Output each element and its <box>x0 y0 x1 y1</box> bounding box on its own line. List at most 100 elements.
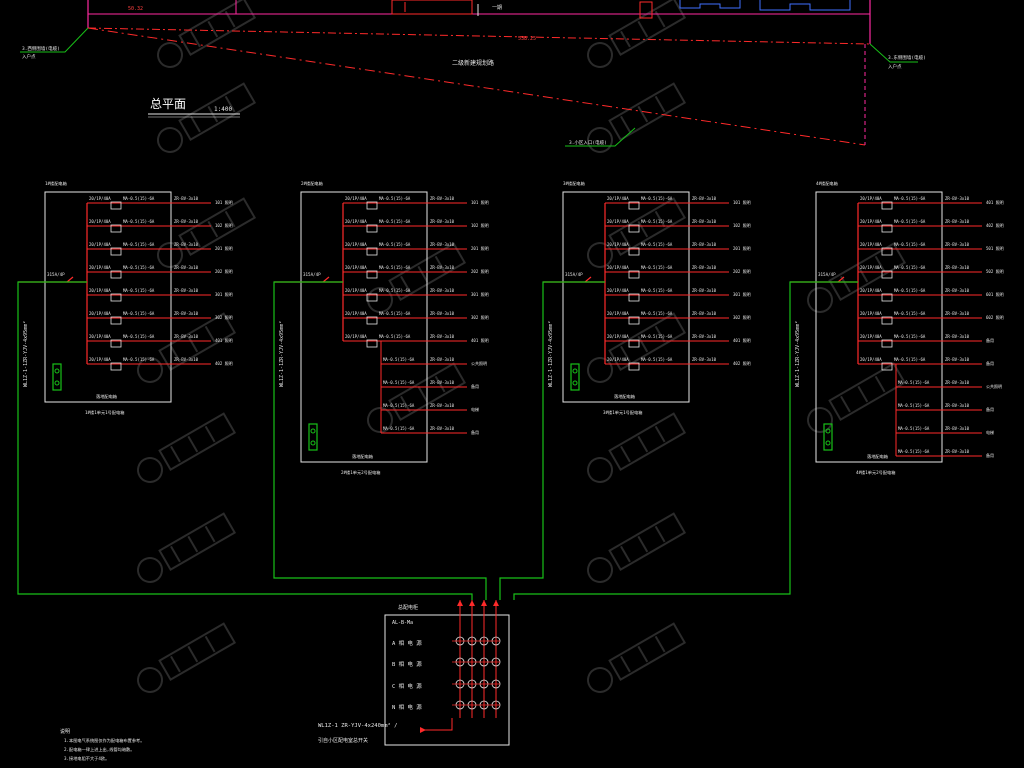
cable-label: ZR-BV-3x10 <box>945 242 970 247</box>
circuit-row: 20/1P/40A MA-0.5(15)-6A ZR-BV-3x10 301 照明 <box>87 288 233 302</box>
main-breaker-label: 315A/4P <box>303 272 321 277</box>
circuit-row: MA-0.5(15)-6A ZR-BV-3x10 备用 <box>896 403 994 412</box>
cable-label: ZR-BV-3x10 <box>692 334 717 339</box>
rcd-label: MA-0.5(15)-6A <box>894 219 926 224</box>
cable-label: ZR-BV-3x10 <box>174 357 199 362</box>
circuit-destination: 301 照明 <box>471 292 489 297</box>
watermark-logo <box>587 197 687 268</box>
panel-header: 2#楼配电箱 <box>301 180 323 187</box>
circuit-destination: 202 照明 <box>733 269 751 274</box>
rcd-label: MA-0.5(15)-6A <box>898 403 930 408</box>
rcd-label: MA-0.5(15)-6A <box>894 242 926 247</box>
rcd-label: MA-0.5(15)-6A <box>123 219 155 224</box>
breaker-label: 20/1P/40A <box>345 288 367 293</box>
cable-label: ZR-BV-3x10 <box>430 219 455 224</box>
main-row-a: A 相 电 源 <box>392 639 422 647</box>
circuit-destination: 101 照明 <box>471 200 489 205</box>
svg-text:入户点: 入户点 <box>22 53 36 60</box>
rcd-label: MA-0.5(15)-6A <box>379 219 411 224</box>
cable-label: ZR-BV-3x10 <box>945 334 970 339</box>
cable-label: ZR-BV-3x10 <box>692 311 717 316</box>
circuit-row: MA-0.5(15)-6A ZR-BV-3x10 公共照明 <box>896 380 1002 389</box>
notes-block: 说明 1.本图电气系统图仅作为配电箱布置参考。 2.配电箱一律上进上出,线管均暗… <box>60 728 144 762</box>
circuit-row: 20/1P/40A MA-0.5(15)-6A ZR-BV-3x10 301 照明 <box>605 288 751 302</box>
site-plan-title: 总平面 <box>150 97 186 111</box>
panel-header: 4#楼配电箱 <box>816 180 838 187</box>
breaker-label: 20/1P/40A <box>89 219 111 224</box>
cable-label: ZR-BV-3x10 <box>692 219 717 224</box>
circuit-destination: 402 照明 <box>986 223 1004 228</box>
breaker-label: 20/1P/40A <box>860 219 882 224</box>
watermark-logo <box>367 242 467 313</box>
circuit-row: 20/1P/40A MA-0.5(15)-6A ZR-BV-3x10 202 照明 <box>87 265 233 279</box>
earth-bar-symbol <box>308 423 318 451</box>
circuit-row: 20/1P/40A MA-0.5(15)-6A ZR-BV-3x10 602 照明 <box>858 311 1004 325</box>
circuit-destination: 备用 <box>986 406 994 412</box>
circuit-row: 20/1P/40A MA-0.5(15)-6A ZR-BV-3x10 102 照明 <box>343 219 489 233</box>
incoming-source-label: 引自小区配电室总开关 <box>318 737 368 744</box>
cable-label: ZR-BV-3x10 <box>430 288 455 293</box>
circuit-row: 20/1P/40A MA-0.5(15)-6A ZR-BV-3x10 101 照明 <box>343 196 489 210</box>
rcd-label: MA-0.5(15)-6A <box>123 196 155 201</box>
svg-text:3.西侧围墙(电缆): 3.西侧围墙(电缆) <box>22 45 60 52</box>
cable-label: ZR-BV-3x10 <box>430 265 455 270</box>
rcd-label: MA-0.5(15)-6A <box>123 334 155 339</box>
circuit-row: 20/1P/40A MA-0.5(15)-6A ZR-BV-3x10 202 照明 <box>343 265 489 279</box>
circuit-destination: 102 照明 <box>733 223 751 228</box>
feeder-cable-label: WL1Z-1-1ZR-YJV-4x95mm² <box>795 321 801 387</box>
feeder-cable-label: WL1Z-1-1ZR-YJV-4x95mm² <box>548 321 554 387</box>
circuit-row: 20/1P/40A MA-0.5(15)-6A ZR-BV-3x10 201 照明 <box>343 242 489 256</box>
cable-label: ZR-BV-3x10 <box>945 196 970 201</box>
circuit-row: 20/1P/40A MA-0.5(15)-6A ZR-BV-3x10 202 照明 <box>605 265 751 279</box>
circuit-destination: 302 照明 <box>215 315 233 320</box>
circuit-destination: 201 照明 <box>215 246 233 251</box>
circuit-row: MA-0.5(15)-6A ZR-BV-3x10 备用 <box>381 426 479 435</box>
circuit-destination: 202 照明 <box>471 269 489 274</box>
distribution-panel: 2#楼配电箱 315A/4P 20/1P/40A MA-0.5(15)-6A ZR-BV… <box>273 180 489 600</box>
watermark-logo <box>587 512 687 583</box>
rcd-label: MA-0.5(15)-6A <box>383 403 415 408</box>
svg-text:入户点: 入户点 <box>888 63 902 70</box>
rcd-label: MA-0.5(15)-6A <box>898 449 930 454</box>
notes-title: 说明 <box>60 728 70 735</box>
cable-label: ZR-BV-3x10 <box>430 403 455 408</box>
panel-caption: 4#楼1单元2号配电箱 <box>856 469 895 476</box>
breaker-label: 20/1P/40A <box>607 242 629 247</box>
main-row-n: N 相 电 源 <box>392 703 422 711</box>
rcd-label: MA-0.5(15)-6A <box>123 357 155 362</box>
main-breaker-label: 315A/4P <box>565 272 583 277</box>
riser-arrow <box>481 600 487 606</box>
rcd-label: MA-0.5(15)-6A <box>383 426 415 431</box>
circuit-destination: 201 照明 <box>733 246 751 251</box>
cable-label: ZR-BV-3x10 <box>174 334 199 339</box>
cable-label: ZR-BV-3x10 <box>174 288 199 293</box>
circuit-row: 20/1P/40A MA-0.5(15)-6A ZR-BV-3x10 302 照明 <box>343 311 489 325</box>
breaker-label: 20/1P/40A <box>607 288 629 293</box>
watermark-logo <box>587 412 687 483</box>
distribution-panel: 4#楼配电箱 315A/4P 20/1P/40A MA-0.5(15)-6A ZR-BV… <box>513 180 1004 600</box>
segment-label-left: 50.32 <box>128 6 143 12</box>
circuit-destination: 501 照明 <box>986 246 1004 251</box>
feeder-cable <box>273 281 487 600</box>
rcd-label: MA-0.5(15)-6A <box>123 242 155 247</box>
main-breaker-label: 315A/4P <box>818 272 836 277</box>
cable-label: ZR-BV-3x10 <box>692 357 717 362</box>
rcd-label: MA-0.5(15)-6A <box>123 311 155 316</box>
note-2: 2.配电箱一律上进上出,线管均暗敷。 <box>64 746 134 753</box>
panel-caption: 1#楼1单元1号配电箱 <box>85 409 124 416</box>
panel-bottom-label: 落地配电箱 <box>96 393 117 400</box>
rcd-label: MA-0.5(15)-6A <box>641 311 673 316</box>
circuit-row: 20/1P/40A MA-0.5(15)-6A ZR-BV-3x10 601 照明 <box>858 288 1004 302</box>
busbar-group <box>452 600 501 718</box>
riser-arrow <box>469 600 475 606</box>
rcd-label: MA-0.5(15)-6A <box>641 265 673 270</box>
rcd-label: MA-0.5(15)-6A <box>894 357 926 362</box>
panel-bottom-label: 落地配电箱 <box>352 453 373 460</box>
circuit-destination: 402 照明 <box>215 361 233 366</box>
panel-bottom-label: 落地配电箱 <box>614 393 635 400</box>
breaker-label: 20/1P/40A <box>345 219 367 224</box>
cable-label: ZR-BV-3x10 <box>692 196 717 201</box>
rcd-label: MA-0.5(15)-6A <box>898 380 930 385</box>
circuit-destination: 402 照明 <box>733 361 751 366</box>
circuit-destination: 备用 <box>986 360 994 366</box>
